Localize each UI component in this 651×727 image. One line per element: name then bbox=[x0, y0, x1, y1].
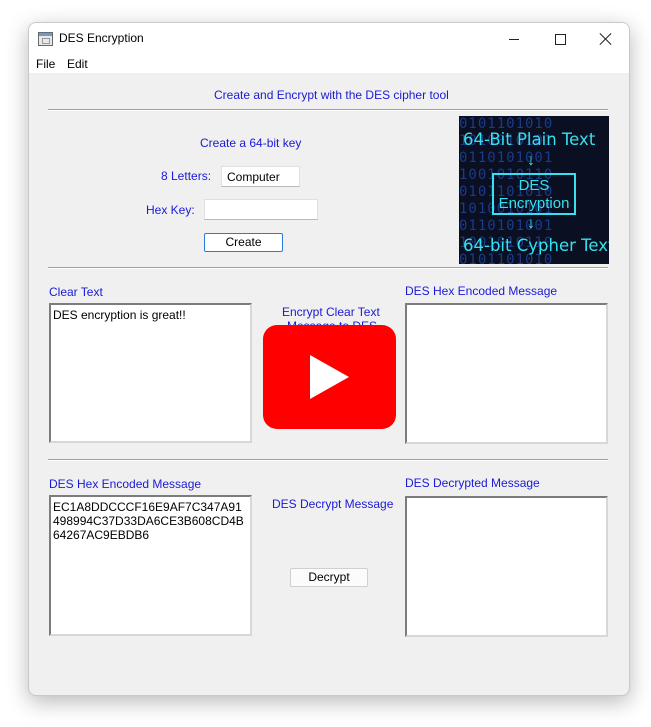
minimize-button[interactable] bbox=[491, 23, 537, 55]
decrypt-button[interactable]: Decrypt bbox=[290, 568, 368, 587]
arrow-down-icon: ↓ bbox=[527, 215, 535, 232]
menu-edit[interactable]: Edit bbox=[67, 57, 88, 71]
divider-middle bbox=[48, 267, 608, 269]
divider-top bbox=[48, 109, 608, 111]
des-box-line1: DES bbox=[518, 177, 550, 194]
hex-encoded-output-area[interactable] bbox=[405, 303, 608, 444]
des-encryption-window: DES Encryption File Edit Create and Encr… bbox=[28, 22, 630, 696]
arrow-down-icon: ↓ bbox=[527, 152, 535, 169]
plain-text-caption: 64-Bit Plain Text bbox=[463, 130, 596, 149]
des-diagram-image: 0101101010 1010010101 0110101001 1001010… bbox=[459, 116, 609, 264]
play-icon bbox=[310, 355, 349, 399]
encrypt-message-label: Encrypt Clear Text bbox=[282, 305, 380, 319]
decrypt-message-label: DES Decrypt Message bbox=[272, 497, 394, 511]
youtube-play-button[interactable] bbox=[263, 325, 396, 429]
app-window-icon bbox=[38, 32, 53, 46]
des-encryption-box: DES Encryption bbox=[492, 173, 576, 215]
minimize-icon bbox=[509, 38, 519, 40]
maximize-button[interactable] bbox=[537, 23, 583, 55]
divider-bottom bbox=[48, 459, 608, 461]
header-title: Create and Encrypt with the DES cipher t… bbox=[214, 88, 449, 102]
maximize-icon bbox=[554, 33, 566, 45]
decrypted-message-label: DES Decrypted Message bbox=[405, 476, 540, 490]
create-button[interactable]: Create bbox=[204, 233, 283, 252]
hex-encoded-label-top: DES Hex Encoded Message bbox=[405, 284, 558, 298]
menu-file[interactable]: File bbox=[36, 57, 55, 71]
menu-bar: File Edit bbox=[29, 55, 629, 73]
hex-encoded-input-area[interactable]: EC1A8DDCCCF16E9AF7C347A91498994C37D33DA6… bbox=[49, 495, 252, 636]
clear-text-label: Clear Text bbox=[49, 285, 103, 299]
des-box-line2: Encryption bbox=[498, 195, 570, 212]
letters-input[interactable]: Computer bbox=[221, 166, 300, 187]
close-button[interactable] bbox=[583, 23, 629, 55]
hex-key-input[interactable] bbox=[204, 199, 318, 220]
clear-text-area[interactable]: DES encryption is great!! bbox=[49, 303, 252, 443]
decrypted-message-area[interactable] bbox=[405, 496, 608, 637]
close-icon bbox=[600, 33, 612, 45]
cypher-text-caption: 64-bit Cypher Text bbox=[463, 236, 609, 255]
window-title: DES Encryption bbox=[59, 31, 144, 45]
key-section-title: Create a 64-bit key bbox=[200, 136, 302, 150]
hex-encoded-label-bottom: DES Hex Encoded Message bbox=[49, 477, 202, 491]
hex-key-label: Hex Key: bbox=[146, 203, 195, 217]
letters-label: 8 Letters: bbox=[161, 169, 212, 183]
title-bar[interactable]: DES Encryption bbox=[29, 23, 629, 55]
